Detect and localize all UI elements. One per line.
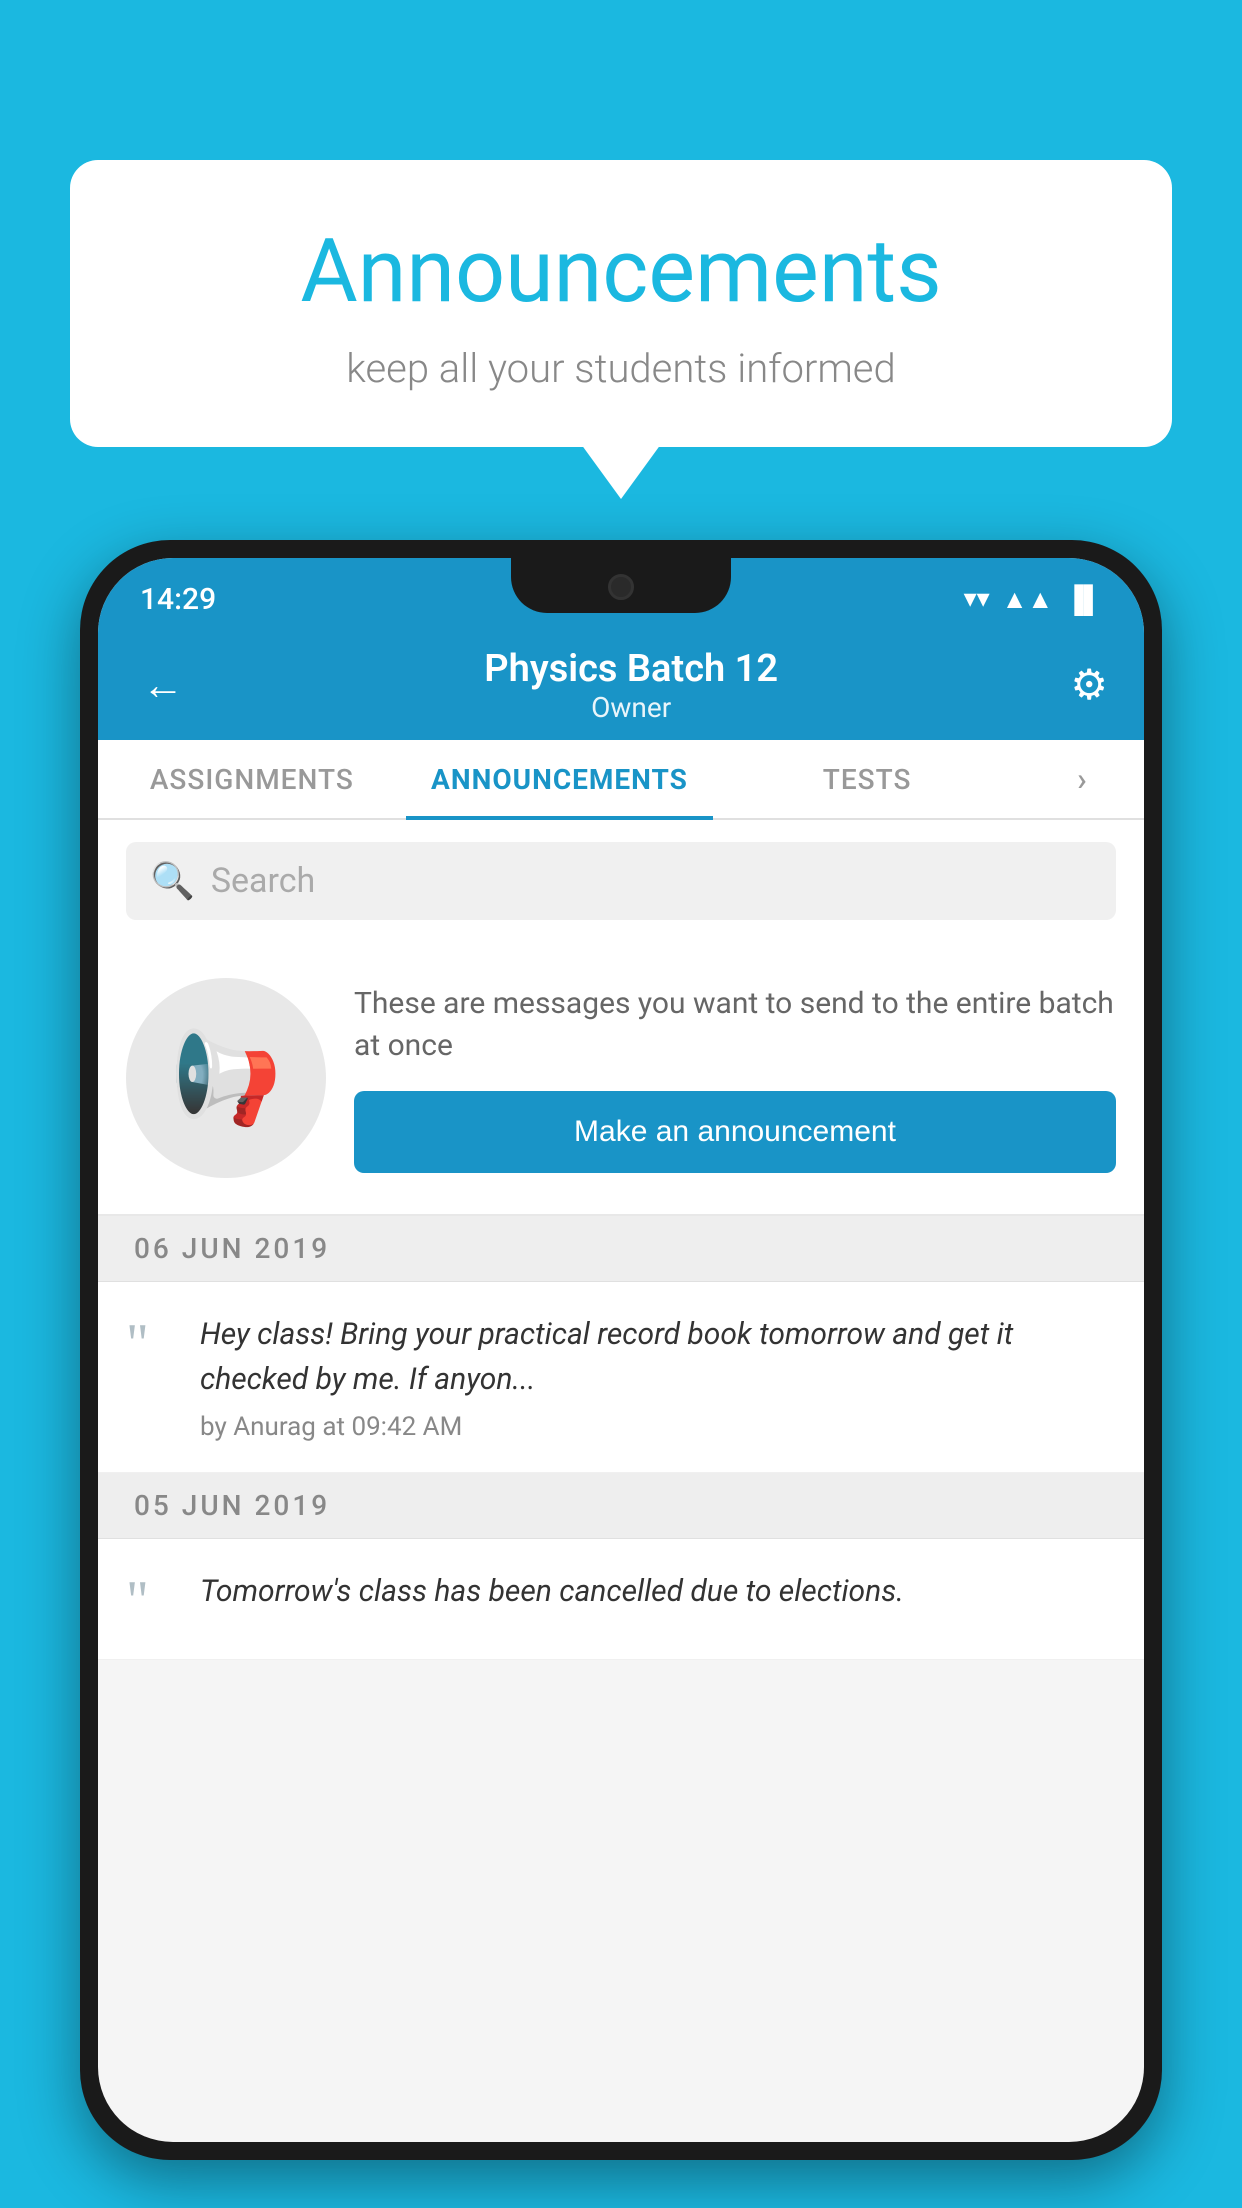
- signal-icon: ▲▲: [1002, 584, 1053, 615]
- date-separator-1: 06 JUN 2019: [98, 1216, 1144, 1282]
- tab-assignments[interactable]: ASSIGNMENTS: [98, 740, 406, 818]
- search-container: 🔍 Search: [98, 820, 1144, 942]
- tab-more[interactable]: ›: [1021, 740, 1144, 818]
- announcement-meta-1: by Anurag at 09:42 AM: [200, 1412, 462, 1442]
- search-icon: 🔍: [150, 860, 195, 902]
- status-icons: ▾▾ ▲▲ ▐▌: [964, 584, 1102, 615]
- announcement-description: These are messages you want to send to t…: [354, 983, 1116, 1067]
- announcement-item-1[interactable]: " Hey class! Bring your practical record…: [98, 1282, 1144, 1473]
- announcement-content-2: Tomorrow's class has been cancelled due …: [200, 1569, 1116, 1624]
- hero-card: Announcements keep all your students inf…: [70, 160, 1172, 447]
- phone-outer: 14:29 ▾▾ ▲▲ ▐▌ ← Physics Batch 12 Owner …: [80, 540, 1162, 2160]
- megaphone-icon: 📢: [170, 1026, 282, 1131]
- megaphone-circle: 📢: [126, 978, 326, 1178]
- hero-title: Announcements: [120, 220, 1122, 323]
- status-time: 14:29: [140, 582, 216, 617]
- search-placeholder: Search: [211, 861, 315, 901]
- battery-icon: ▐▌: [1065, 584, 1102, 615]
- announcement-right: These are messages you want to send to t…: [354, 983, 1116, 1173]
- phone-camera: [608, 574, 634, 600]
- wifi-icon: ▾▾: [964, 584, 990, 614]
- gear-icon[interactable]: ⚙: [1070, 660, 1108, 710]
- app-bar-title: Physics Batch 12 Owner: [192, 647, 1070, 724]
- announcement-item-2[interactable]: " Tomorrow's class has been cancelled du…: [98, 1539, 1144, 1660]
- batch-role: Owner: [192, 691, 1070, 724]
- tabs: ASSIGNMENTS ANNOUNCEMENTS TESTS ›: [98, 740, 1144, 820]
- phone-screen: 14:29 ▾▾ ▲▲ ▐▌ ← Physics Batch 12 Owner …: [98, 558, 1144, 2142]
- tab-announcements[interactable]: ANNOUNCEMENTS: [406, 740, 714, 818]
- quote-icon-1: ": [126, 1316, 176, 1372]
- announcement-content-1: Hey class! Bring your practical record b…: [200, 1312, 1116, 1442]
- quote-icon-2: ": [126, 1573, 176, 1629]
- make-announcement-button[interactable]: Make an announcement: [354, 1091, 1116, 1173]
- batch-name: Physics Batch 12: [192, 647, 1070, 691]
- phone-notch: [511, 558, 731, 613]
- announcement-text-1: Hey class! Bring your practical record b…: [200, 1312, 1116, 1402]
- announcement-text-2: Tomorrow's class has been cancelled due …: [200, 1569, 1116, 1614]
- back-button[interactable]: ←: [134, 653, 192, 718]
- search-bar[interactable]: 🔍 Search: [126, 842, 1116, 920]
- tab-tests[interactable]: TESTS: [713, 740, 1021, 818]
- app-bar: ← Physics Batch 12 Owner ⚙: [98, 630, 1144, 740]
- phone-container: 14:29 ▾▾ ▲▲ ▐▌ ← Physics Batch 12 Owner …: [80, 540, 1162, 2208]
- announcement-prompt: 📢 These are messages you want to send to…: [98, 942, 1144, 1216]
- hero-subtitle: keep all your students informed: [120, 345, 1122, 392]
- date-separator-2: 05 JUN 2019: [98, 1473, 1144, 1539]
